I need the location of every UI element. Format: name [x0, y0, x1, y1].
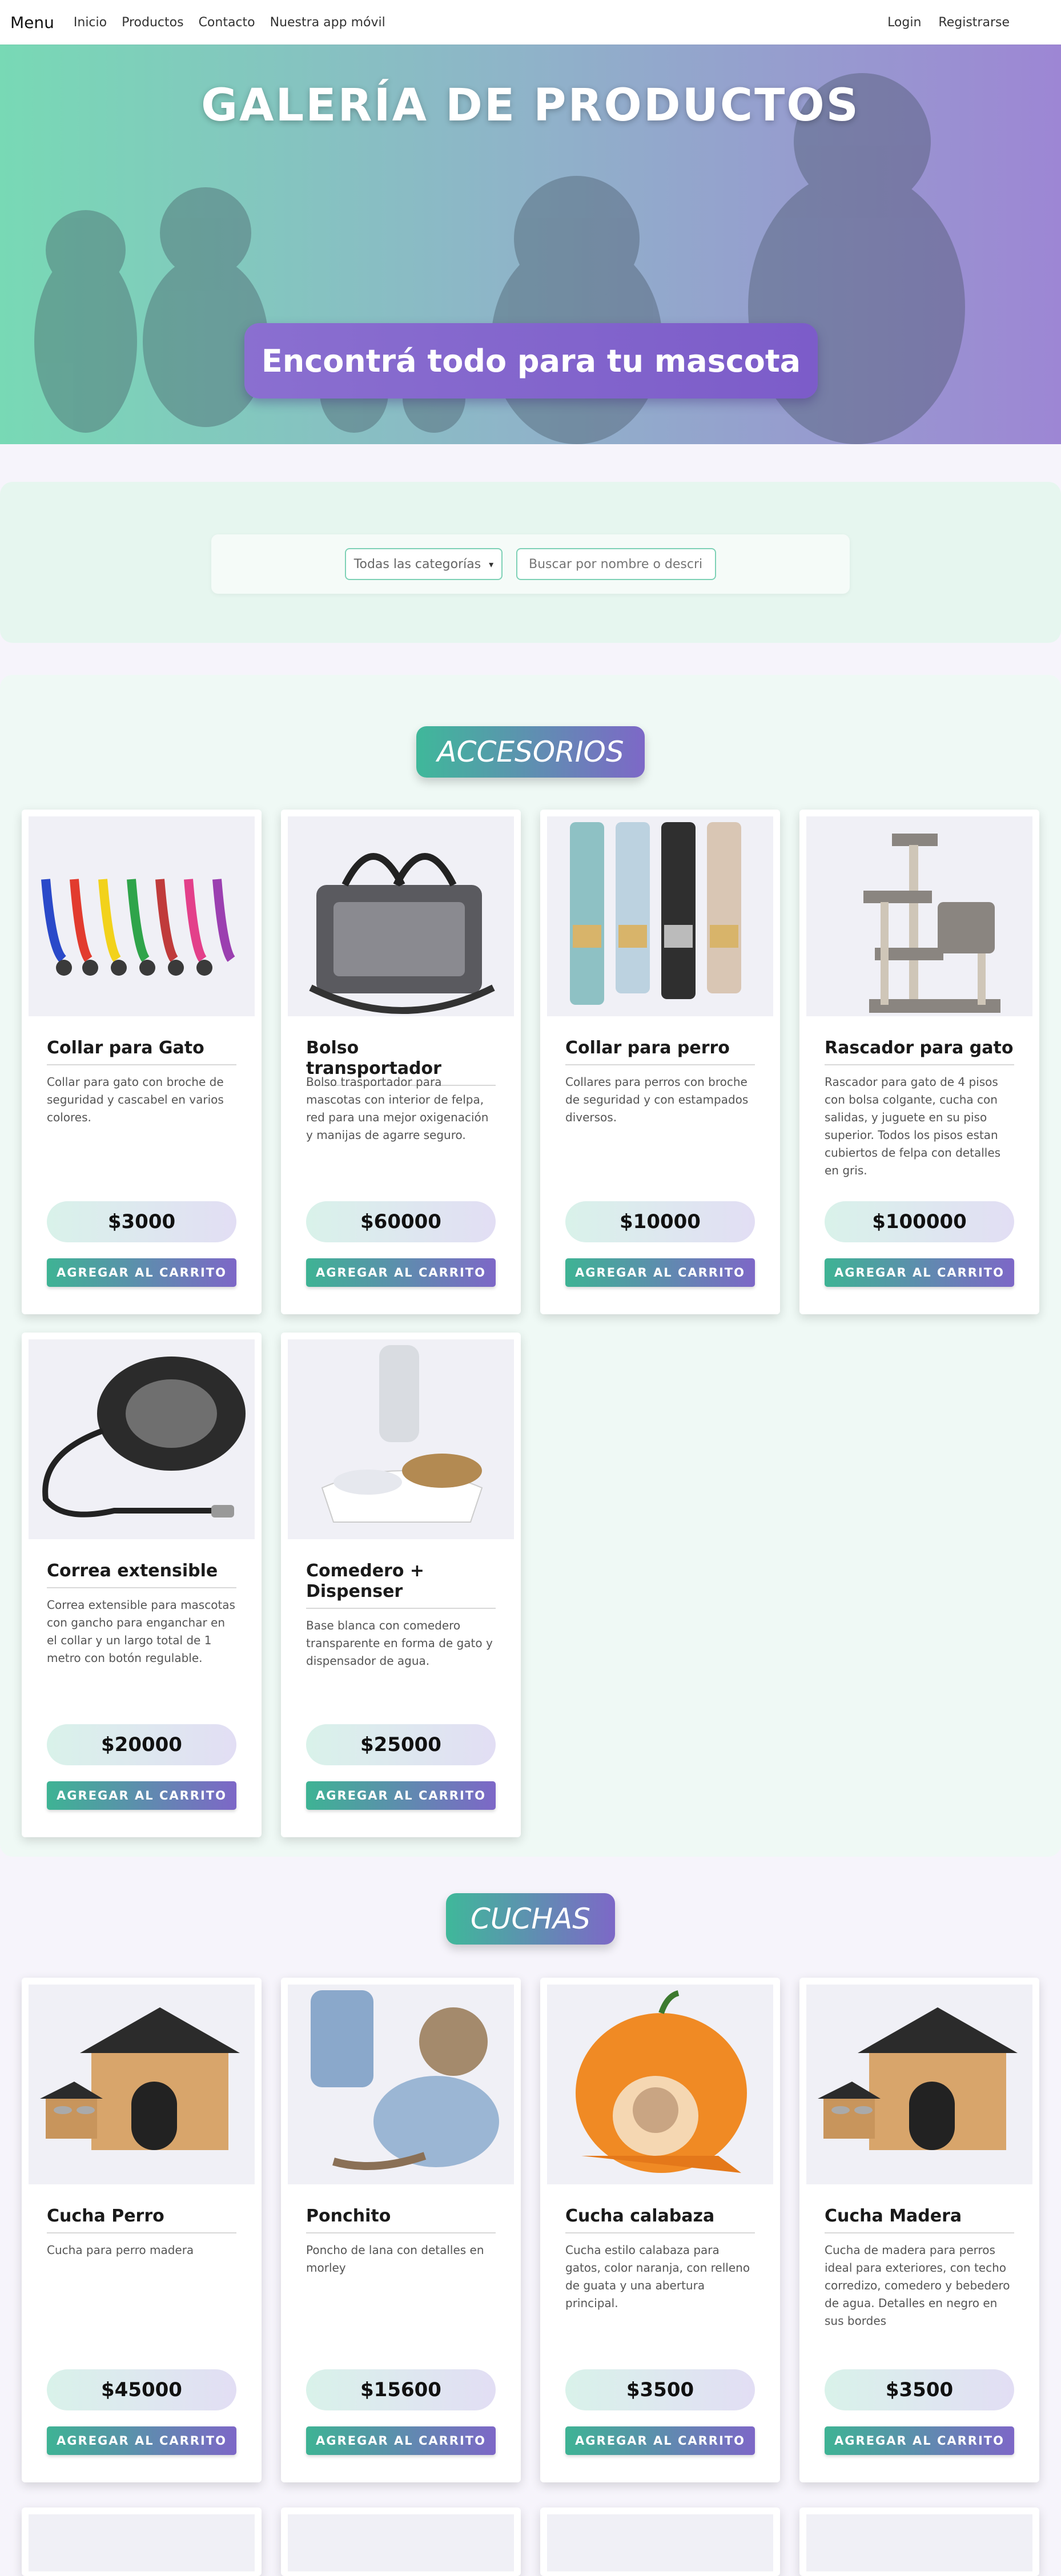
product-image — [29, 1339, 255, 1539]
category-title: CUCHAS — [446, 1893, 615, 1945]
login-link[interactable]: Login — [887, 15, 921, 30]
product-image — [547, 1985, 773, 2184]
product-image — [806, 2514, 1032, 2571]
nav-link-productos[interactable]: Productos — [122, 15, 183, 30]
product-card — [22, 2507, 262, 2576]
product-card — [281, 2507, 521, 2576]
product-image — [806, 1985, 1032, 2184]
product-description: Correa extensible para mascotas con ganc… — [47, 1598, 235, 1665]
add-to-cart-button[interactable]: AGREGAR AL CARRITO — [306, 1781, 496, 1810]
filter-section: Todas las categorías ▾ — [0, 482, 1061, 643]
product-card: Collar para Gato Collar para gato con br… — [22, 810, 262, 1314]
nav-right: Login Registrarse — [887, 15, 1051, 30]
product-title: Collar para perro — [565, 1038, 755, 1065]
product-image — [288, 1339, 514, 1539]
add-to-cart-button[interactable]: AGREGAR AL CARRITO — [825, 2426, 1014, 2455]
nav-link-inicio[interactable]: Inicio — [74, 15, 107, 30]
category-select[interactable]: Todas las categorías ▾ — [345, 548, 503, 580]
product-card: Cucha Perro Cucha para perro madera $450… — [22, 1978, 262, 2482]
nav-link-app[interactable]: Nuestra app móvil — [270, 15, 385, 30]
product-price: $45000 — [47, 2369, 236, 2410]
product-price: $10000 — [565, 1201, 755, 1242]
product-image — [29, 816, 255, 1016]
product-card: Bolso transportador Bolso trasportador p… — [281, 810, 521, 1314]
product-description: Base blanca con comedero transparente en… — [306, 1619, 493, 1668]
nav-link-contacto[interactable]: Contacto — [199, 15, 255, 30]
product-card: Correa extensible Correa extensible para… — [22, 1333, 262, 1837]
add-to-cart-button[interactable]: AGREGAR AL CARRITO — [306, 2426, 496, 2455]
product-title: Cucha calabaza — [565, 2206, 755, 2233]
nav-left: Menu Inicio Productos Contacto Nuestra a… — [10, 13, 385, 32]
product-image — [29, 2514, 255, 2571]
product-card: Collar para perro Collares para perros c… — [540, 810, 780, 1314]
add-to-cart-button[interactable]: AGREGAR AL CARRITO — [47, 1781, 236, 1810]
add-to-cart-button[interactable]: AGREGAR AL CARRITO — [565, 1258, 755, 1287]
hero-title: GALERÍA DE PRODUCTOS — [201, 80, 860, 131]
product-image — [806, 816, 1032, 1016]
hero-subtitle: Encontrá todo para tu mascota — [244, 323, 818, 399]
product-price: $100000 — [825, 1201, 1014, 1242]
product-price: $3500 — [825, 2369, 1014, 2410]
register-link[interactable]: Registrarse — [938, 15, 1010, 30]
product-description: Rascador para gato de 4 pisos con bolsa … — [825, 1075, 1001, 1177]
add-to-cart-button[interactable]: AGREGAR AL CARRITO — [47, 1258, 236, 1287]
product-image — [547, 816, 773, 1016]
add-to-cart-button[interactable]: AGREGAR AL CARRITO — [306, 1258, 496, 1287]
product-card: Ponchito Poncho de lana con detalles en … — [281, 1978, 521, 2482]
product-card: Rascador para gato Rascador para gato de… — [799, 810, 1039, 1314]
hero-banner: GALERÍA DE PRODUCTOS Encontrá todo para … — [0, 45, 1061, 444]
product-title: Cucha Madera — [825, 2206, 1014, 2233]
product-description: Bolso trasportador para mascotas con int… — [306, 1075, 489, 1142]
product-price: $60000 — [306, 1201, 496, 1242]
category-select-value: Todas las categorías — [353, 557, 481, 571]
product-image — [288, 2514, 514, 2571]
product-description: Collares para perros con broche de segur… — [565, 1075, 749, 1124]
navbar: Menu Inicio Productos Contacto Nuestra a… — [0, 0, 1061, 45]
chevron-down-icon: ▾ — [489, 558, 494, 570]
product-price: $3500 — [565, 2369, 755, 2410]
product-card — [799, 2507, 1039, 2576]
navbar-brand[interactable]: Menu — [10, 13, 54, 32]
add-to-cart-button[interactable]: AGREGAR AL CARRITO — [825, 1258, 1014, 1287]
filter-box: Todas las categorías ▾ — [211, 534, 850, 594]
category-section-cuchas: CUCHAS Cucha Perro Cucha para perro made… — [0, 1857, 1061, 2576]
add-to-cart-button[interactable]: AGREGAR AL CARRITO — [47, 2426, 236, 2455]
search-input[interactable] — [516, 548, 716, 580]
product-image — [288, 1985, 514, 2184]
product-title: Correa extensible — [47, 1561, 236, 1588]
product-title: Cucha Perro — [47, 2206, 236, 2233]
product-card — [540, 2507, 780, 2576]
product-description: Poncho de lana con detalles en morley — [306, 2243, 484, 2275]
product-image — [288, 816, 514, 1016]
product-price: $20000 — [47, 1724, 236, 1765]
product-description: Collar para gato con broche de seguridad… — [47, 1075, 224, 1124]
product-description: Cucha estilo calabaza para gatos, color … — [565, 2243, 750, 2310]
product-title: Collar para Gato — [47, 1038, 236, 1065]
product-title: Rascador para gato — [825, 1038, 1014, 1065]
add-to-cart-button[interactable]: AGREGAR AL CARRITO — [565, 2426, 755, 2455]
product-price: $15600 — [306, 2369, 496, 2410]
product-card: Cucha calabaza Cucha estilo calabaza par… — [540, 1978, 780, 2482]
product-price: $3000 — [47, 1201, 236, 1242]
product-card: Comedero + Dispenser Base blanca con com… — [281, 1333, 521, 1837]
product-price: $25000 — [306, 1724, 496, 1765]
product-description: Cucha para perro madera — [47, 2243, 194, 2257]
product-image — [29, 1985, 255, 2184]
category-section-accesorios: ACCESORIOS Collar para Gato Collar para … — [0, 675, 1061, 1857]
product-title: Comedero + Dispenser — [306, 1561, 496, 1609]
product-card: Cucha Madera Cucha de madera para perros… — [799, 1978, 1039, 2482]
product-description: Cucha de madera para perros ideal para e… — [825, 2243, 1010, 2328]
category-title: ACCESORIOS — [416, 726, 645, 778]
product-title: Ponchito — [306, 2206, 496, 2233]
product-image — [547, 2514, 773, 2571]
